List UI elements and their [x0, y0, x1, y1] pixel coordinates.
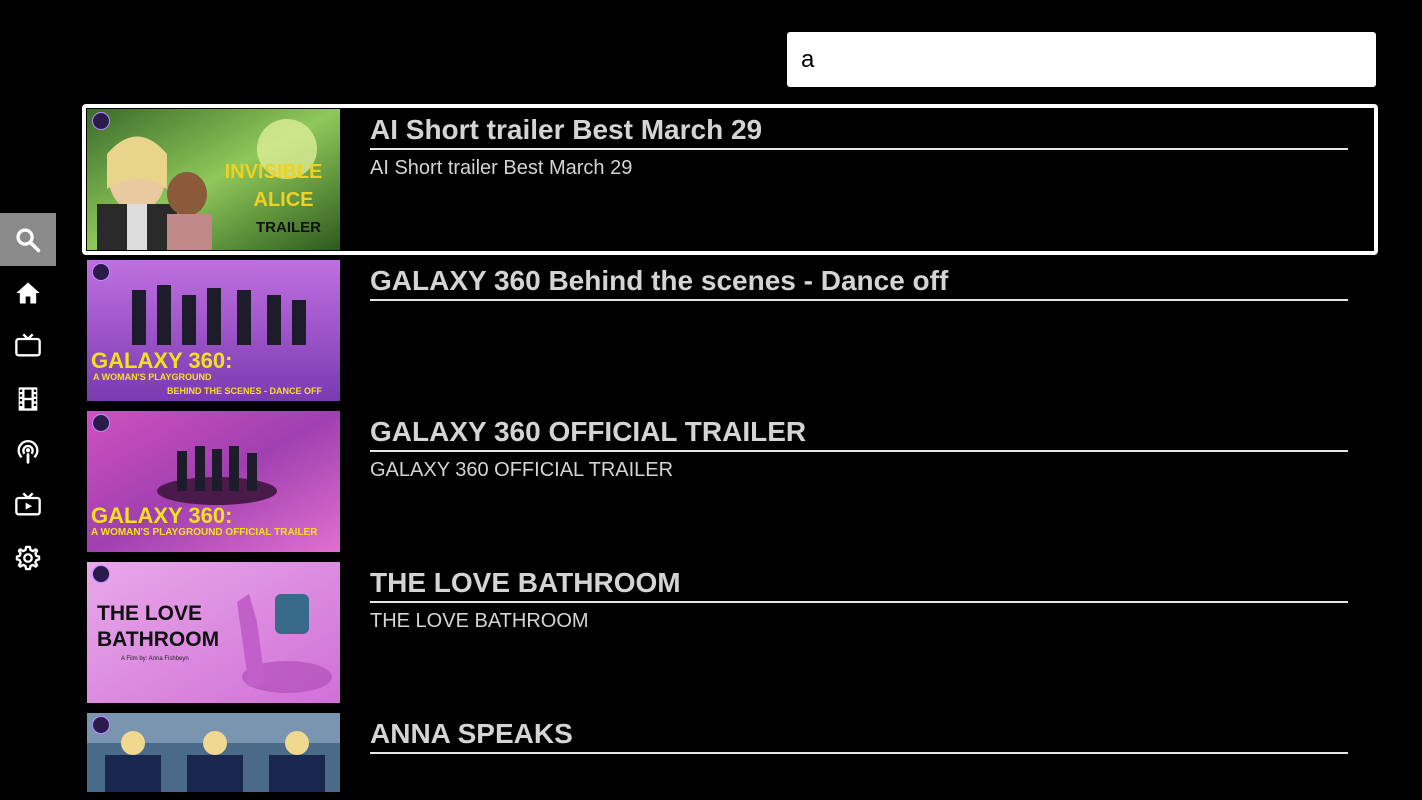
result-title: GALAXY 360 Behind the scenes - Dance off	[370, 263, 1348, 301]
tv-icon	[15, 333, 41, 356]
nav-item-podcasts[interactable]	[0, 425, 56, 478]
result-item[interactable]: THE LOVE BATHROOM A Film by: Anna Fishbe…	[82, 557, 1378, 708]
result-text: AI Short trailer Best March 29 AI Short …	[370, 112, 1348, 180]
search-icon	[16, 227, 41, 252]
result-title: ANNA SPEAKS	[370, 716, 1348, 754]
nav-item-settings[interactable]	[0, 531, 56, 584]
result-subtitle: GALAXY 360 OFFICIAL TRAILER	[370, 459, 674, 481]
channel-logo	[92, 565, 110, 583]
channel-logo	[92, 112, 110, 130]
result-item[interactable]: GALAXY 360: A WOMAN'S PLAYGROUND OFFICIA…	[82, 406, 1378, 557]
channel-logo	[92, 716, 110, 734]
result-text: ANNA SPEAKS	[370, 716, 1348, 760]
thumbnail-text-line: A Film by: Anna Fishbeyn	[121, 656, 189, 662]
podcast-icon	[17, 439, 39, 464]
thumbnail-text-line: THE LOVE	[97, 602, 203, 625]
home-icon	[16, 282, 40, 303]
sidebar-nav	[0, 213, 56, 584]
nav-item-live[interactable]	[0, 478, 56, 531]
channel-logo	[92, 414, 110, 432]
result-text: GALAXY 360 OFFICIAL TRAILER GALAXY 360 O…	[370, 414, 1348, 482]
result-subtitle: THE LOVE BATHROOM	[370, 610, 589, 632]
thumbnail-text-line: GALAXY 360:	[91, 348, 233, 373]
result-title: GALAXY 360 OFFICIAL TRAILER	[370, 414, 1348, 452]
nav-item-home[interactable]	[0, 266, 56, 319]
search-input[interactable]	[787, 32, 1376, 87]
result-title: AI Short trailer Best March 29	[370, 112, 1348, 150]
result-text: THE LOVE BATHROOM THE LOVE BATHROOM	[370, 565, 1348, 633]
nav-item-tv[interactable]	[0, 319, 56, 372]
thumbnail-text-line: TRAILER	[256, 219, 321, 236]
search-results-list: INVISIBLE ALICE TRAILER AI Short trailer…	[82, 104, 1378, 800]
result-thumbnail	[87, 713, 340, 792]
result-text: GALAXY 360 Behind the scenes - Dance off	[370, 263, 1348, 307]
thumbnail-text-line: A WOMAN'S PLAYGROUND	[93, 372, 212, 382]
channel-logo	[92, 263, 110, 281]
thumbnail-text-line: GALAXY 360:	[91, 503, 233, 528]
result-title: THE LOVE BATHROOM	[370, 565, 1348, 603]
result-subtitle: AI Short trailer Best March 29	[370, 157, 633, 179]
result-item[interactable]: GALAXY 360: A WOMAN'S PLAYGROUND BEHIND …	[82, 255, 1378, 406]
nav-item-movies[interactable]	[0, 372, 56, 425]
thumbnail-text-line: A WOMAN'S PLAYGROUND OFFICIAL TRAILER	[91, 527, 318, 538]
gear-icon	[15, 545, 41, 570]
thumbnail-text-line: INVISIBLE	[224, 161, 323, 183]
nav-item-search[interactable]	[0, 213, 56, 266]
result-thumbnail: GALAXY 360: A WOMAN'S PLAYGROUND OFFICIA…	[87, 411, 340, 552]
thumbnail-text-line: ALICE	[253, 189, 314, 211]
result-thumbnail: THE LOVE BATHROOM A Film by: Anna Fishbe…	[87, 562, 340, 703]
result-item[interactable]: ANNA SPEAKS	[82, 708, 1378, 800]
search-box	[787, 32, 1376, 87]
result-thumbnail: INVISIBLE ALICE TRAILER	[87, 109, 340, 250]
thumbnail-text-line: BATHROOM	[97, 628, 220, 651]
result-thumbnail: GALAXY 360: A WOMAN'S PLAYGROUND BEHIND …	[87, 260, 340, 401]
film-icon	[18, 386, 38, 411]
thumbnail-text-line: BEHIND THE SCENES - DANCE OFF	[167, 386, 323, 396]
live-tv-icon	[15, 492, 41, 515]
result-item[interactable]: INVISIBLE ALICE TRAILER AI Short trailer…	[82, 104, 1378, 255]
